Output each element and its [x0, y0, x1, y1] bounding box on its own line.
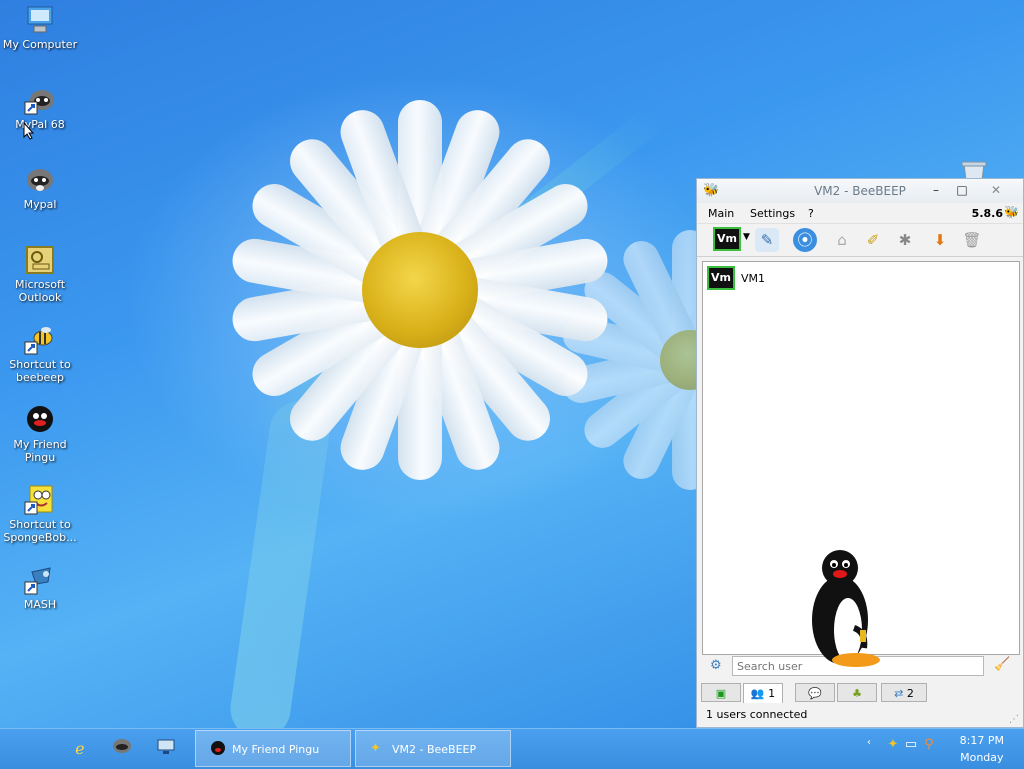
- desktop-icon-label: MASH: [23, 598, 57, 611]
- ie-icon[interactable]: ℯ: [68, 737, 92, 761]
- computer-icon: [24, 4, 56, 36]
- bee-icon: ✦: [370, 741, 381, 756]
- tab-bar: ▣ 👥 1 💬 ♣ ⇄ 2: [701, 683, 1021, 703]
- menubar: Main Settings ? 5.8.6 🐝: [697, 203, 1023, 223]
- write-icon[interactable]: ✐: [861, 228, 885, 252]
- search-tray-icon[interactable]: ⚲: [920, 737, 938, 757]
- desktop-icon-label: My Computer: [2, 38, 78, 51]
- bee-icon[interactable]: 🐝: [1004, 205, 1019, 219]
- clock-time: 8:17 PM: [959, 734, 1004, 747]
- desktop-icon-my-computer[interactable]: My Computer: [2, 4, 78, 51]
- raccoon-icon: [24, 164, 56, 196]
- outlook-icon: [24, 244, 56, 276]
- resize-grip-icon[interactable]: ⋰: [1009, 714, 1019, 725]
- desktop-icon-my-friend-pingu[interactable]: My Friend Pingu: [2, 404, 78, 464]
- menu-main[interactable]: Main: [708, 207, 734, 220]
- close-button[interactable]: ✕: [985, 181, 1007, 199]
- flower-stem: [226, 397, 334, 728]
- chats-icon: 💬: [808, 687, 822, 700]
- task-label: My Friend Pingu: [232, 743, 320, 756]
- status-text: 1 users connected: [706, 708, 808, 721]
- mash-icon: [24, 564, 56, 596]
- spongebob-icon: [24, 484, 56, 516]
- minimize-button[interactable]: –: [925, 181, 947, 199]
- mouse-cursor-icon: [23, 121, 35, 143]
- file-icon: ⇄: [894, 687, 904, 700]
- network-tray-icon[interactable]: ▭: [902, 737, 920, 757]
- pingu-penguin-image[interactable]: [806, 548, 882, 672]
- bee-icon: [24, 324, 56, 356]
- home-icon[interactable]: ⌂: [830, 228, 854, 252]
- tab-users[interactable]: 👥 1: [743, 683, 783, 703]
- my-avatar-button[interactable]: Vm: [713, 227, 741, 251]
- groups-icon: ♣: [852, 687, 862, 700]
- chat-list-icon: ▣: [715, 687, 727, 700]
- tab-groups[interactable]: ♣: [837, 683, 877, 702]
- users-icon: 👥: [750, 687, 765, 700]
- clock-day: Monday: [960, 751, 1004, 764]
- desktop-icon-mypal[interactable]: Mypal: [2, 164, 78, 211]
- menu-help[interactable]: ?: [808, 207, 814, 220]
- menu-settings[interactable]: Settings: [750, 207, 795, 220]
- clear-search-icon[interactable]: 🧹: [994, 657, 1010, 672]
- tab-files[interactable]: ⇄ 2: [881, 683, 927, 702]
- network-icon[interactable]: ⦿: [793, 228, 817, 252]
- wand-icon[interactable]: ✱: [893, 228, 917, 252]
- tab-chat-list[interactable]: ▣: [701, 683, 741, 702]
- penguin-icon: [24, 404, 56, 436]
- maximize-button[interactable]: □: [951, 181, 973, 199]
- desktop-icon-microsoft-outlook[interactable]: Microsoft Outlook: [2, 244, 78, 304]
- raccoon-icon[interactable]: [110, 737, 134, 761]
- window-titlebar[interactable]: 🐝 VM2 - BeeBEEP – □ ✕: [697, 179, 1023, 203]
- desktop-icon-label: My Friend Pingu: [13, 438, 67, 464]
- clock[interactable]: 8:17 PM Monday: [960, 732, 1004, 766]
- penguin-icon: [210, 741, 226, 759]
- user-name: VM1: [741, 272, 766, 285]
- desktop-icon-mypal-68[interactable]: MyPal 68: [2, 84, 78, 131]
- user-avatar: Vm: [707, 266, 735, 290]
- list-item[interactable]: Vm VM1: [707, 266, 765, 290]
- desktop-icon-label: Shortcut to SpongeBob...: [3, 518, 77, 544]
- desktop-icon[interactable]: [154, 737, 178, 761]
- gear-icon[interactable]: ⚙: [710, 658, 722, 673]
- edit-profile-icon[interactable]: ✎: [755, 228, 779, 252]
- bee-tray-icon[interactable]: ✦: [884, 737, 902, 757]
- desktop-icon-beebeep[interactable]: Shortcut to beebeep: [2, 324, 78, 384]
- chevron-down-icon[interactable]: ▼: [743, 232, 750, 242]
- desktop-icon-label: Mypal: [23, 198, 57, 211]
- version-label: 5.8.6: [971, 207, 1003, 220]
- desktop-icon-mash[interactable]: MASH: [2, 564, 78, 611]
- desktop-icon-label: MyPal 68: [15, 118, 65, 131]
- tab-label: 1: [768, 687, 776, 700]
- flower-center: [362, 232, 478, 348]
- task-label: VM2 - BeeBEEP: [392, 743, 477, 756]
- download-icon[interactable]: ⬇: [928, 228, 952, 252]
- trash-icon[interactable]: 🗑: [960, 228, 984, 252]
- tab-chats[interactable]: 💬: [795, 683, 835, 702]
- taskbar-button-my-friend-pingu[interactable]: My Friend Pingu: [195, 730, 351, 767]
- desktop-icon-label: Shortcut to beebeep: [9, 358, 71, 384]
- toolbar: Vm ▼ ✎ ⦿ ⌂ ✐ ✱ ⬇ 🗑: [697, 223, 1023, 257]
- raccoon-icon: [24, 84, 56, 116]
- desktop-icon-spongebob[interactable]: Shortcut to SpongeBob...: [2, 484, 78, 544]
- taskbar: ℯ My Friend Pingu ✦ VM2 - BeeBEEP ‹ ✦ ▭ …: [0, 728, 1024, 769]
- show-hidden-icons-icon[interactable]: ‹: [860, 737, 878, 757]
- taskbar-button-beebeep[interactable]: ✦ VM2 - BeeBEEP: [355, 730, 511, 767]
- desktop-icon-label: Microsoft Outlook: [14, 278, 66, 304]
- window-title: VM2 - BeeBEEP: [814, 184, 906, 198]
- tab-label: 2: [906, 687, 914, 700]
